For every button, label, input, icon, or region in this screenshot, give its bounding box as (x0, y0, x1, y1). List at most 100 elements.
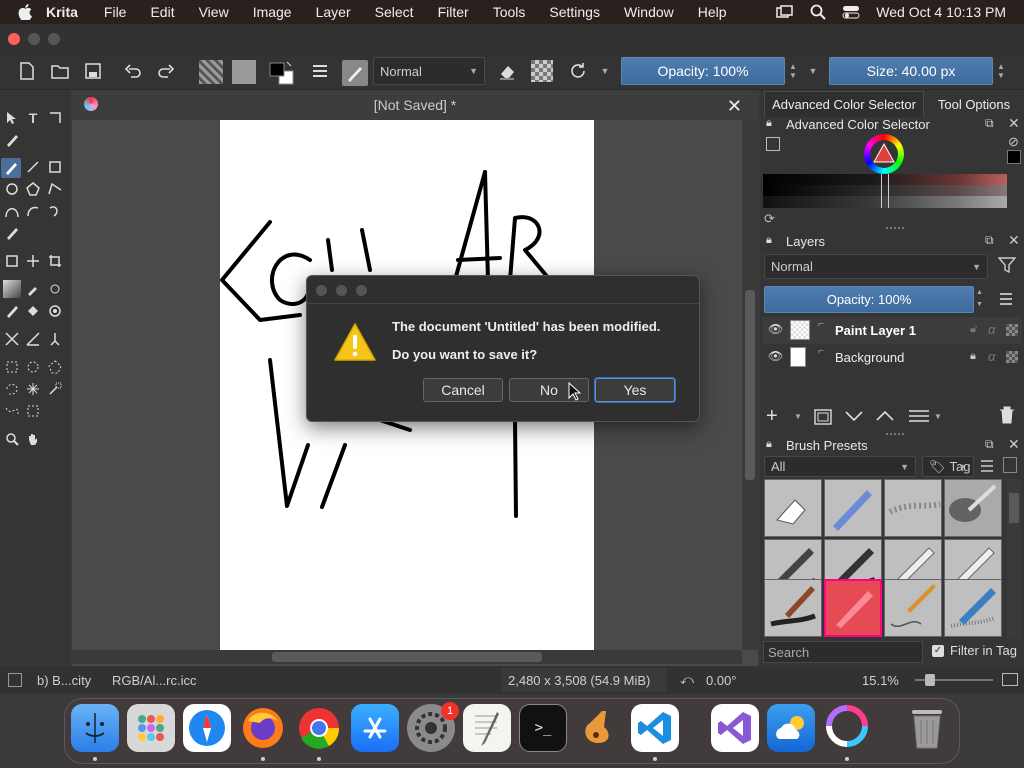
select-shapes-icon[interactable] (3, 109, 21, 127)
brush-search-input[interactable]: Search (763, 641, 923, 663)
inherit-alpha-icon[interactable] (1006, 351, 1018, 363)
redo-icon[interactable] (155, 60, 177, 82)
polygon-tool-icon[interactable] (24, 180, 42, 198)
brush-preset-icon[interactable] (342, 60, 368, 86)
reference-images-icon[interactable] (46, 330, 64, 348)
brush-preset-soft-icon[interactable] (944, 479, 1002, 537)
fit-page-icon[interactable] (1002, 673, 1018, 686)
menu-filter[interactable]: Filter (438, 4, 469, 20)
foreground-background-color-icon[interactable] (268, 60, 296, 86)
close-document-icon[interactable]: ✕ (727, 96, 742, 117)
filter-in-tag-checkbox[interactable]: ✓ (932, 645, 944, 657)
chevron-down-icon[interactable]: ▼ (598, 60, 612, 82)
canvas-vertical-scrollbar[interactable] (742, 120, 758, 650)
textedit-icon[interactable] (463, 704, 511, 752)
brush-name-status[interactable]: b) B...city (37, 673, 91, 688)
krita-app-icon[interactable] (823, 704, 871, 752)
dialog-close-icon[interactable] (316, 285, 327, 296)
bezier-curve-icon[interactable] (3, 202, 21, 220)
brush-preset-blue-pen-icon[interactable] (824, 479, 882, 537)
safari-icon[interactable] (183, 704, 231, 752)
menu-image[interactable]: Image (253, 4, 292, 20)
yes-button[interactable]: Yes (595, 378, 675, 402)
float-docker-icon[interactable]: ⧉ (985, 233, 994, 248)
brush-preset-selected-icon[interactable] (824, 579, 882, 637)
brush-preset-airbrush-icon[interactable] (884, 479, 942, 537)
canvas-horizontal-scrollbar[interactable] (72, 650, 742, 664)
similar-select-icon[interactable] (46, 380, 64, 398)
menu-file[interactable]: File (104, 4, 127, 20)
layer-name[interactable]: Paint Layer 1 (835, 323, 916, 338)
polygon-select-icon[interactable] (46, 358, 64, 376)
dialog-minimize-icon[interactable] (336, 285, 347, 296)
menu-view[interactable]: View (199, 4, 229, 20)
trash-icon[interactable] (903, 704, 951, 752)
refresh-colors-icon[interactable]: ⟳ (764, 211, 775, 227)
brush-presets-scrollbar[interactable] (1007, 479, 1021, 639)
ellipse-tool-icon[interactable] (3, 180, 21, 198)
tab-advanced-color-selector[interactable]: Advanced Color Selector (764, 91, 924, 117)
move-tool-icon[interactable] (24, 252, 42, 270)
control-center-icon[interactable] (842, 5, 860, 19)
text-tool-icon[interactable]: T (24, 109, 42, 127)
smart-patch-icon[interactable] (46, 280, 64, 298)
menu-window[interactable]: Window (624, 4, 674, 20)
crop-tool-icon[interactable] (46, 252, 64, 270)
close-docker-icon[interactable]: ✕ (1008, 115, 1020, 132)
pan-tool-icon[interactable] (24, 430, 42, 448)
line-tool-icon[interactable] (24, 158, 42, 176)
menu-layer[interactable]: Layer (316, 4, 351, 20)
chevron-down-icon[interactable]: ▼ (806, 60, 820, 82)
color-picker-icon[interactable] (24, 280, 42, 298)
layer-row-paint-layer-1[interactable]: 👁︎ ⌐ Paint Layer 1 🔓︎ α (762, 317, 1022, 344)
reload-preset-icon[interactable] (567, 60, 589, 82)
rotate-icon[interactable]: ⤺ (680, 672, 694, 688)
lock-layer-icon[interactable]: 🔓︎ (970, 323, 977, 336)
dynamic-brush-icon[interactable] (46, 202, 64, 220)
tab-tool-options[interactable]: Tool Options (928, 91, 1020, 117)
brush-preset-colored-pencil-icon[interactable] (944, 579, 1002, 637)
apple-icon[interactable] (18, 4, 32, 20)
brush-storage-icon[interactable] (1003, 457, 1017, 473)
menu-app-name[interactable]: Krita (46, 4, 78, 20)
vertical-scroll-thumb[interactable] (745, 290, 755, 480)
rect-select-icon[interactable] (3, 358, 21, 376)
rotation-status[interactable]: 0.00° (706, 673, 737, 688)
alpha-lock-icon[interactable]: α (988, 349, 995, 364)
cancel-button[interactable]: Cancel (423, 378, 503, 402)
menu-settings[interactable]: Settings (549, 4, 600, 20)
enclose-fill-icon[interactable] (46, 302, 64, 320)
transform-tool-icon[interactable] (3, 252, 21, 270)
assistant-tool-icon[interactable] (3, 330, 21, 348)
image-size-status[interactable]: 2,480 x 3,508 (54.9 MiB) (502, 668, 666, 692)
duplicate-layer-icon[interactable] (814, 409, 832, 425)
chrome-icon[interactable] (295, 704, 343, 752)
add-layer-icon[interactable]: + (766, 405, 778, 428)
layer-blend-mode-select[interactable]: Normal ▼ (764, 254, 988, 279)
horizontal-scroll-thumb[interactable] (272, 652, 542, 662)
open-document-icon[interactable] (49, 60, 71, 82)
terminal-icon[interactable]: >_ (519, 704, 567, 752)
selection-icon[interactable] (8, 673, 22, 687)
lock-layer-icon[interactable]: 🔒︎ (970, 350, 976, 363)
firefox-icon[interactable] (239, 704, 287, 752)
zoom-slider-handle[interactable] (925, 674, 935, 686)
move-layer-up-icon[interactable] (875, 410, 895, 422)
close-docker-icon[interactable]: ✕ (1008, 232, 1020, 249)
spotlight-search-icon[interactable] (810, 4, 827, 20)
undo-icon[interactable] (122, 60, 144, 82)
docker-splitter[interactable] (886, 433, 904, 435)
edit-shapes-icon[interactable] (46, 109, 64, 127)
eye-icon[interactable]: 👁︎ (768, 322, 783, 336)
dialog-zoom-icon[interactable] (356, 285, 367, 296)
opacity-slider[interactable]: Opacity: 100% (621, 57, 785, 85)
menubar-clock[interactable]: Wed Oct 4 10:13 PM (876, 4, 1006, 20)
calligraphy-icon[interactable] (3, 131, 21, 149)
lock-icon[interactable]: 🔒︎ (766, 438, 772, 451)
new-document-icon[interactable] (16, 60, 38, 82)
document-tab[interactable]: [Not Saved] * ✕ (72, 90, 758, 120)
filter-icon[interactable] (998, 256, 1016, 274)
preserve-alpha-icon[interactable] (531, 60, 553, 82)
freehand-path-icon[interactable] (24, 202, 42, 220)
color-profile-status[interactable]: RGB/Al...rc.icc (112, 673, 197, 688)
